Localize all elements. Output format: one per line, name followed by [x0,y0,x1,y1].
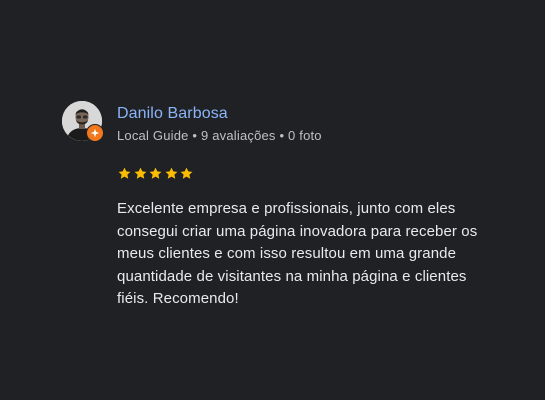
star-rating [117,166,492,182]
star-icon [118,167,131,179]
author-role: Local Guide [117,128,189,143]
star-icon [165,167,177,179]
separator: • [275,128,289,143]
photo-count: 0 foto [288,128,322,143]
star-icon [134,167,146,179]
review-count: 9 avaliações [200,128,276,143]
author-subline: Local Guide • 9 avaliações • 0 foto [117,127,322,145]
separator: • [188,128,201,143]
local-guide-badge-icon [86,124,104,142]
author-meta: Danilo Barbosa Local Guide • 9 avaliaçõe… [117,104,322,145]
review-header: Danilo Barbosa Local Guide • 9 avaliaçõe… [62,101,492,145]
star-icon [149,167,162,179]
star-icon [180,167,193,179]
author-name[interactable]: Danilo Barbosa [117,104,322,124]
author-avatar-link[interactable] [62,101,104,142]
review-card: Danilo Barbosa Local Guide • 9 avaliaçõe… [62,101,492,311]
review-text: Excelente empresa e profissionais, junto… [117,200,478,307]
